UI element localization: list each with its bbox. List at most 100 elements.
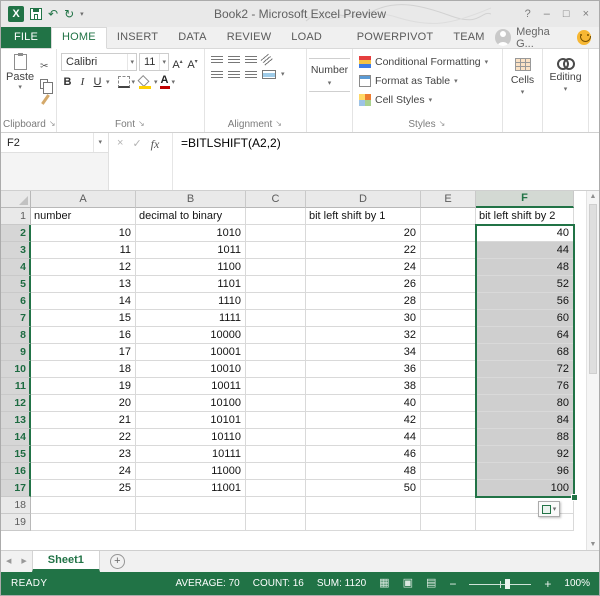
tab-powerpivot[interactable]: POWERPIVOT bbox=[347, 27, 444, 48]
cell-b8[interactable]: 10000 bbox=[136, 327, 246, 344]
add-sheet-button[interactable] bbox=[109, 554, 125, 569]
help-button[interactable]: ? bbox=[525, 8, 531, 20]
excel-app-icon[interactable] bbox=[8, 6, 24, 22]
cell-b19[interactable] bbox=[136, 514, 246, 531]
align-right-button[interactable] bbox=[245, 70, 257, 79]
merge-caret-icon[interactable] bbox=[281, 71, 285, 78]
sheet-nav-left-icon[interactable] bbox=[1, 551, 16, 572]
cell-e7[interactable] bbox=[421, 310, 476, 327]
cell-f11[interactable]: 76 bbox=[476, 378, 574, 395]
editing-button[interactable]: Editing bbox=[545, 50, 586, 93]
cell-c2[interactable] bbox=[246, 225, 306, 242]
align-top-button[interactable] bbox=[211, 56, 223, 64]
row-header-6[interactable]: 6 bbox=[1, 293, 31, 310]
format-as-table-button[interactable]: Format as Table bbox=[359, 73, 500, 89]
cell-b17[interactable]: 11001 bbox=[136, 480, 246, 497]
row-header-2[interactable]: 2 bbox=[1, 225, 31, 242]
cell-b16[interactable]: 11000 bbox=[136, 463, 246, 480]
number-format-button[interactable]: Number bbox=[309, 58, 350, 92]
row-header-13[interactable]: 13 bbox=[1, 412, 31, 429]
cell-d3[interactable]: 22 bbox=[306, 242, 421, 259]
paste-button[interactable]: Paste bbox=[3, 50, 37, 117]
cell-a13[interactable]: 21 bbox=[31, 412, 136, 429]
cell-c14[interactable] bbox=[246, 429, 306, 446]
cell-a16[interactable]: 24 bbox=[31, 463, 136, 480]
cell-e14[interactable] bbox=[421, 429, 476, 446]
page-layout-view-icon[interactable] bbox=[403, 578, 413, 589]
cell-b13[interactable]: 10101 bbox=[136, 412, 246, 429]
restore-button[interactable]: □ bbox=[563, 8, 570, 20]
normal-view-icon[interactable] bbox=[379, 578, 389, 589]
tab-load-test[interactable]: LOAD TEST bbox=[281, 27, 346, 64]
tab-home[interactable]: HOME bbox=[51, 27, 107, 49]
bold-button[interactable]: B bbox=[61, 74, 74, 90]
cell-f3[interactable]: 44 bbox=[476, 242, 574, 259]
decrease-font-size-button[interactable] bbox=[186, 54, 199, 70]
underline-button[interactable]: U bbox=[91, 74, 104, 90]
tab-insert[interactable]: INSERT bbox=[107, 27, 168, 48]
cell-e13[interactable] bbox=[421, 412, 476, 429]
cell-b6[interactable]: 1110 bbox=[136, 293, 246, 310]
alignment-dialog-launcher-icon[interactable] bbox=[275, 119, 283, 129]
cell-c5[interactable] bbox=[246, 276, 306, 293]
zoom-percentage[interactable]: 100% bbox=[564, 578, 590, 589]
font-size-select[interactable]: 11 bbox=[139, 53, 169, 71]
tab-data[interactable]: DATA bbox=[168, 27, 217, 48]
cell-c3[interactable] bbox=[246, 242, 306, 259]
zoom-slider-thumb[interactable] bbox=[505, 578, 511, 589]
cell-e12[interactable] bbox=[421, 395, 476, 412]
cut-button[interactable] bbox=[40, 56, 48, 74]
column-header-a[interactable]: A bbox=[31, 191, 136, 208]
cell-a15[interactable]: 23 bbox=[31, 446, 136, 463]
row-header-18[interactable]: 18 bbox=[1, 497, 31, 514]
column-header-e[interactable]: E bbox=[421, 191, 476, 208]
cell-b1[interactable]: decimal to binary bbox=[136, 208, 246, 225]
cell-c1[interactable] bbox=[246, 208, 306, 225]
cell-e19[interactable] bbox=[421, 514, 476, 531]
format-painter-button[interactable] bbox=[41, 94, 51, 105]
undo-icon[interactable] bbox=[48, 8, 58, 20]
user-account[interactable]: Megha G... bbox=[494, 26, 575, 50]
cell-e16[interactable] bbox=[421, 463, 476, 480]
font-dialog-launcher-icon[interactable] bbox=[138, 119, 146, 129]
cell-c7[interactable] bbox=[246, 310, 306, 327]
cell-d10[interactable]: 36 bbox=[306, 361, 421, 378]
cell-b18[interactable] bbox=[136, 497, 246, 514]
cell-b14[interactable]: 10110 bbox=[136, 429, 246, 446]
scroll-up-icon[interactable] bbox=[587, 193, 599, 200]
vertical-scrollbar[interactable] bbox=[586, 191, 599, 550]
cell-a17[interactable]: 25 bbox=[31, 480, 136, 497]
cell-b5[interactable]: 1101 bbox=[136, 276, 246, 293]
select-all-corner[interactable] bbox=[1, 191, 31, 208]
cell-e3[interactable] bbox=[421, 242, 476, 259]
cell-b2[interactable]: 1010 bbox=[136, 225, 246, 242]
zoom-in-icon[interactable]: + bbox=[544, 577, 551, 591]
align-bottom-button[interactable] bbox=[245, 56, 257, 64]
sheet-tab-sheet1[interactable]: Sheet1 bbox=[31, 551, 100, 572]
conditional-formatting-button[interactable]: Conditional Formatting bbox=[359, 54, 500, 70]
tab-team[interactable]: TEAM bbox=[443, 27, 494, 48]
cell-d1[interactable]: bit left shift by 1 bbox=[306, 208, 421, 225]
cell-d16[interactable]: 48 bbox=[306, 463, 421, 480]
row-header-12[interactable]: 12 bbox=[1, 395, 31, 412]
cell-b4[interactable]: 1100 bbox=[136, 259, 246, 276]
align-middle-button[interactable] bbox=[228, 56, 240, 64]
cell-f4[interactable]: 48 bbox=[476, 259, 574, 276]
merge-center-button[interactable] bbox=[262, 70, 276, 79]
insert-function-icon[interactable]: fx bbox=[151, 137, 160, 152]
borders-caret-icon[interactable] bbox=[132, 79, 136, 86]
cell-c11[interactable] bbox=[246, 378, 306, 395]
align-center-button[interactable] bbox=[228, 70, 240, 79]
cell-d19[interactable] bbox=[306, 514, 421, 531]
formula-input[interactable]: =BITLSHIFT(A2,2) bbox=[173, 133, 599, 190]
cell-e9[interactable] bbox=[421, 344, 476, 361]
page-break-view-icon[interactable] bbox=[426, 578, 436, 589]
cell-d12[interactable]: 40 bbox=[306, 395, 421, 412]
font-color-button[interactable] bbox=[159, 75, 170, 89]
cell-a7[interactable]: 15 bbox=[31, 310, 136, 327]
cell-styles-button[interactable]: Cell Styles bbox=[359, 92, 500, 108]
scrollbar-thumb[interactable] bbox=[589, 204, 597, 374]
name-box-caret-icon[interactable] bbox=[93, 133, 102, 152]
cell-f15[interactable]: 92 bbox=[476, 446, 574, 463]
column-header-c[interactable]: C bbox=[246, 191, 306, 208]
